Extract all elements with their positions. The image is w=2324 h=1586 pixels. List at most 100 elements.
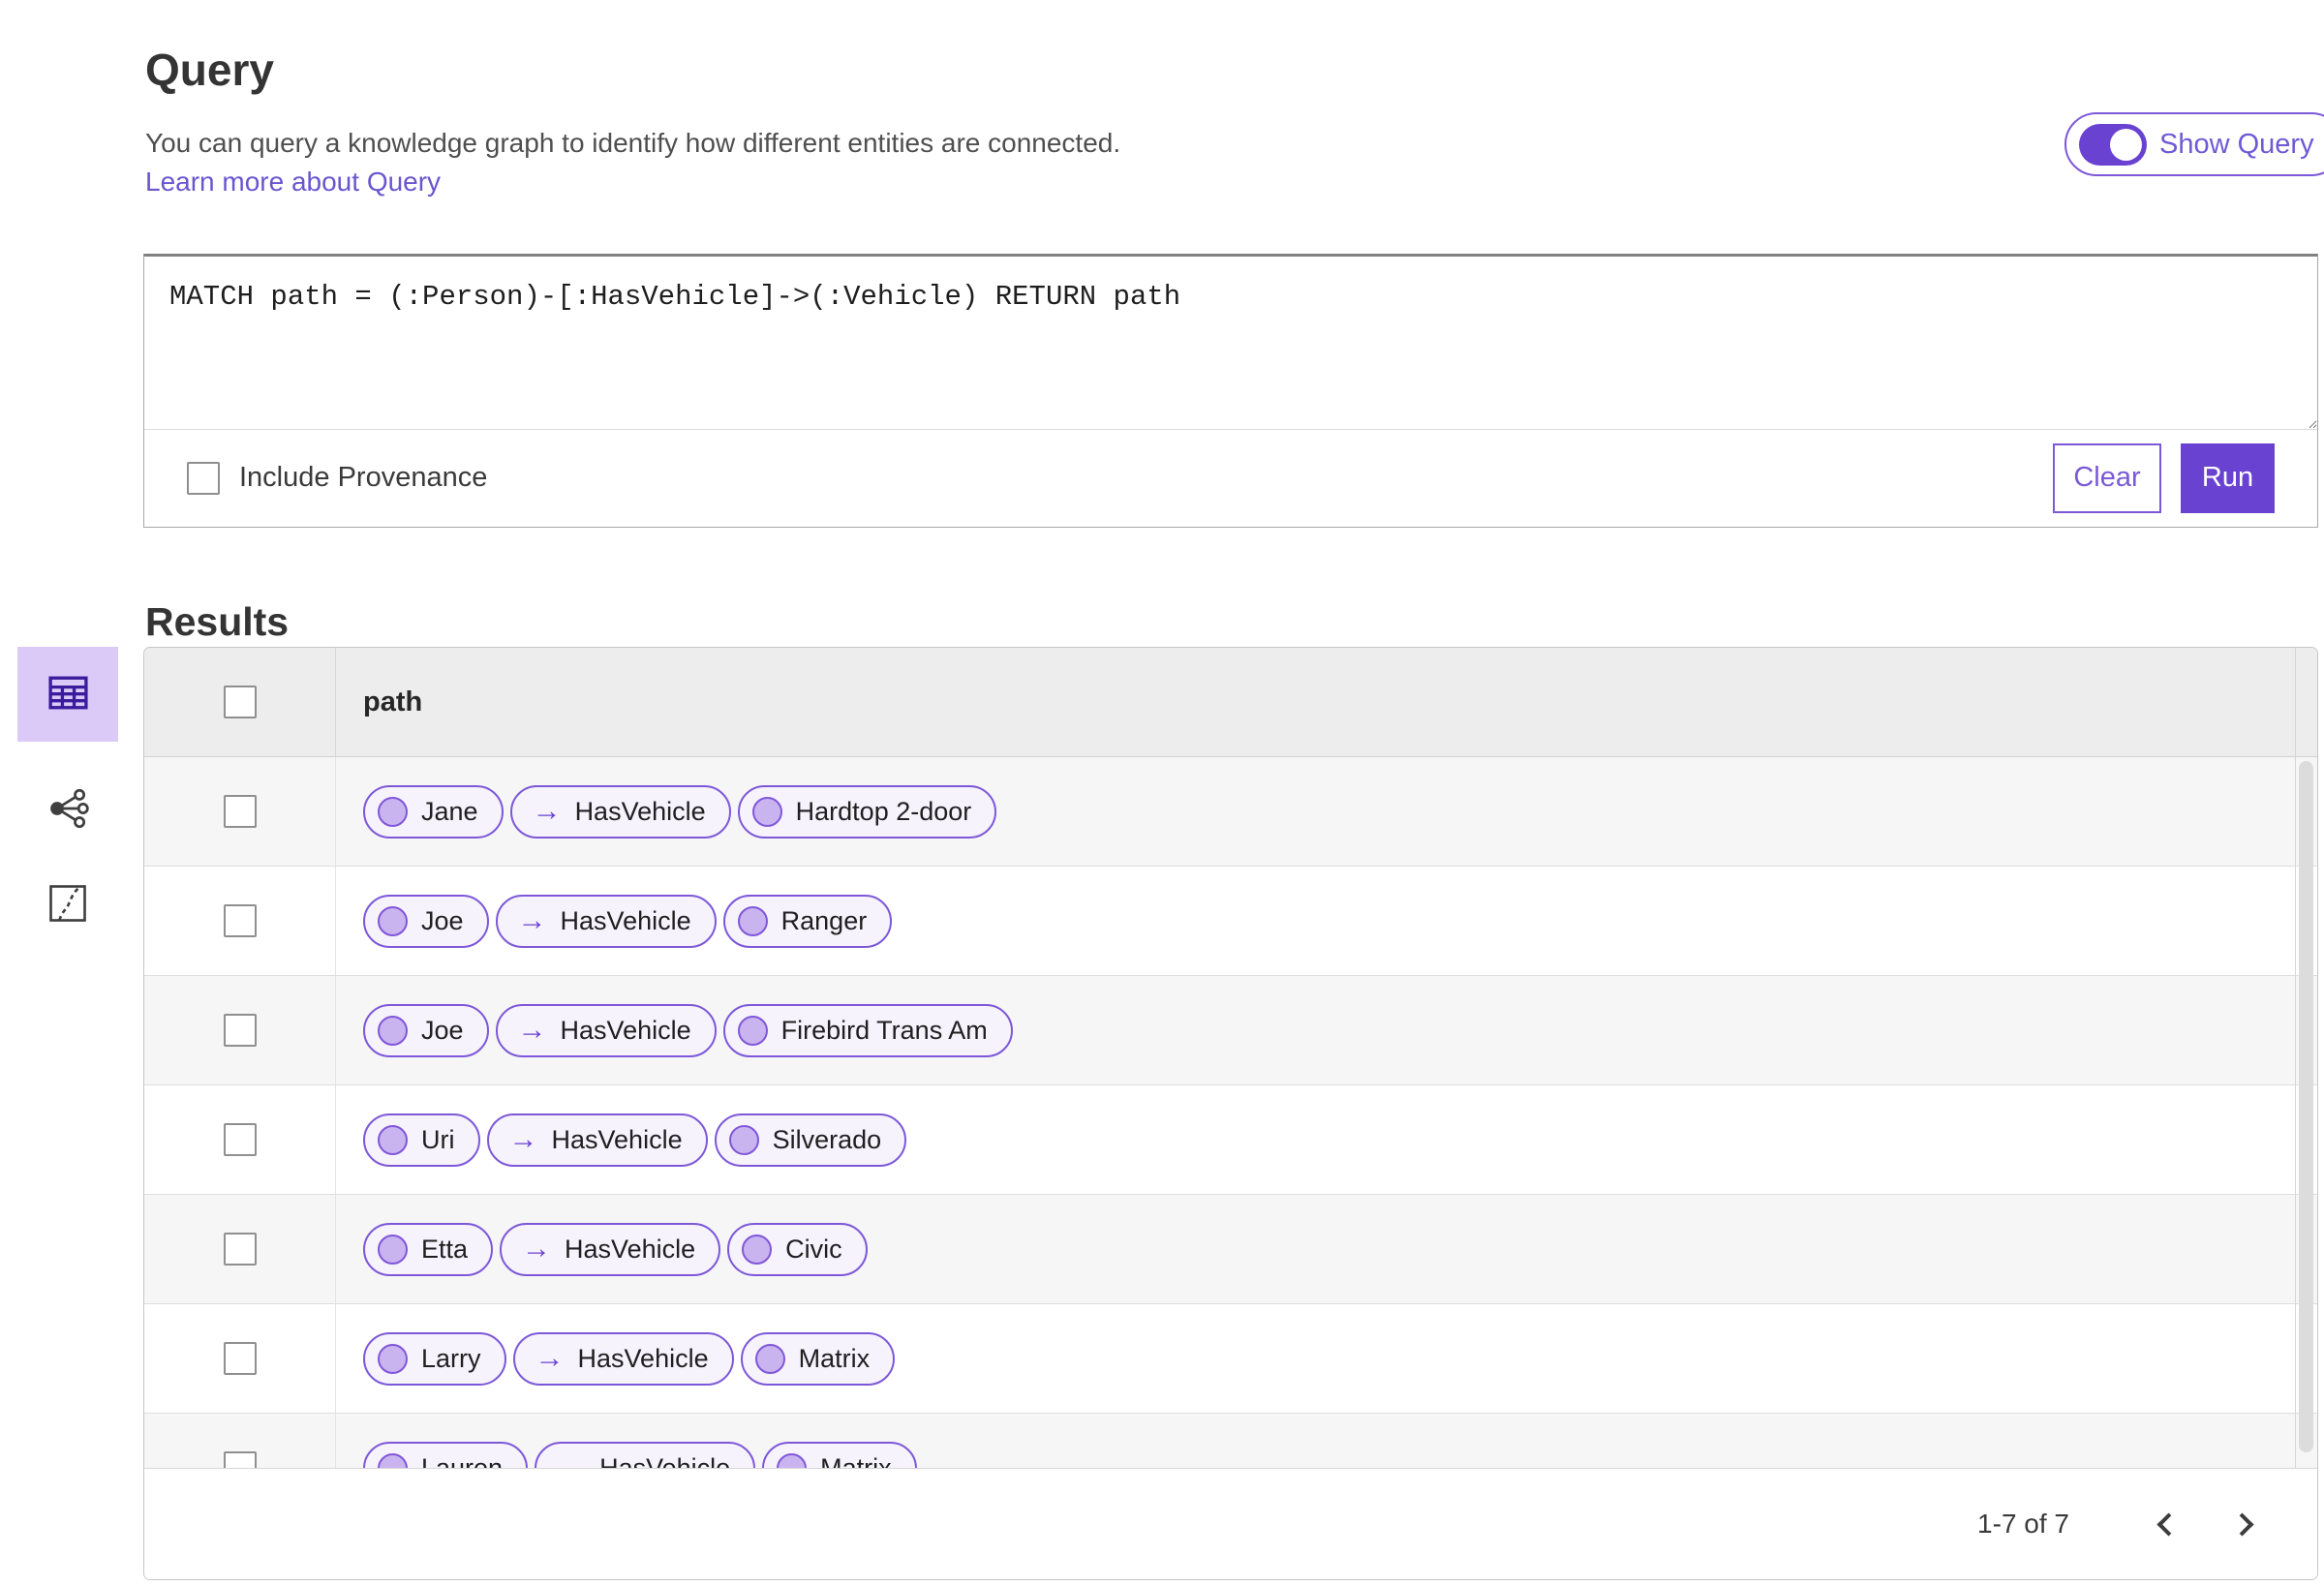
chevron-left-icon bbox=[2156, 1511, 2181, 1537]
learn-more-link[interactable]: Learn more about Query bbox=[145, 167, 441, 198]
show-query-toggle[interactable]: Show Query bbox=[2064, 112, 2324, 176]
include-provenance-label[interactable]: Include Provenance bbox=[239, 462, 487, 494]
clear-button[interactable]: Clear bbox=[2053, 442, 2161, 513]
arrow-right-icon: → bbox=[532, 795, 562, 827]
pill-label: HasVehicle bbox=[574, 796, 706, 826]
entity-pill[interactable]: Matrix bbox=[740, 1331, 896, 1386]
path-cell: Larry → HasVehicle Matrix bbox=[336, 1304, 2317, 1413]
pill-label: Etta bbox=[421, 1234, 469, 1264]
table-view-button[interactable] bbox=[17, 647, 118, 742]
relationship-pill[interactable]: → HasVehicle bbox=[486, 1113, 708, 1167]
table-row: Etta → HasVehicle Civic bbox=[144, 1195, 2317, 1304]
entity-node-icon bbox=[737, 1015, 768, 1046]
pagination-range-label: 1-7 of 7 bbox=[1977, 1509, 2069, 1539]
vertical-scrollbar-track[interactable] bbox=[2295, 648, 2317, 1468]
arrow-right-icon: → bbox=[535, 1342, 565, 1374]
row-select-cell bbox=[144, 1195, 336, 1303]
row-checkbox[interactable] bbox=[223, 1123, 257, 1156]
row-select-cell bbox=[144, 757, 336, 866]
table-row: Uri → HasVehicle Silverado bbox=[144, 1085, 2317, 1195]
entity-pill[interactable]: Larry bbox=[363, 1331, 506, 1386]
pill-label: Ranger bbox=[780, 905, 868, 935]
entity-pill[interactable]: Ranger bbox=[722, 894, 893, 948]
pill-label: Matrix bbox=[798, 1343, 871, 1373]
path-cell: Uri → HasVehicle Silverado bbox=[336, 1085, 2317, 1194]
pill-label: HasVehicle bbox=[577, 1343, 709, 1373]
results-title: Results bbox=[145, 599, 290, 645]
query-description: You can query a knowledge graph to ident… bbox=[145, 128, 1121, 158]
link-chart-icon bbox=[46, 787, 89, 833]
entity-pill[interactable]: Firebird Trans Am bbox=[722, 1003, 1013, 1057]
pill-label: HasVehicle bbox=[551, 1124, 683, 1154]
pill-label: Silverado bbox=[772, 1124, 882, 1154]
include-provenance-checkbox[interactable] bbox=[187, 461, 220, 495]
entity-pill[interactable]: Silverado bbox=[714, 1113, 907, 1167]
entity-node-icon bbox=[378, 1234, 408, 1265]
select-all-checkbox[interactable] bbox=[223, 686, 257, 718]
show-query-label: Show Query bbox=[2159, 128, 2314, 160]
results-table: path Jane → HasVehicle Hardtop 2-door Joe → H… bbox=[143, 647, 2318, 1580]
pill-label: HasVehicle bbox=[565, 1234, 696, 1264]
entity-node-icon bbox=[742, 1234, 773, 1265]
pill-label: Joe bbox=[421, 1015, 464, 1045]
relationship-pill[interactable]: → HasVehicle bbox=[495, 894, 717, 948]
relationship-pill[interactable]: → HasVehicle bbox=[509, 784, 731, 839]
query-input[interactable]: MATCH path = (:Person)-[:HasVehicle]->(:… bbox=[144, 257, 2317, 429]
run-button[interactable]: Run bbox=[2181, 442, 2275, 513]
pill-label: Joe bbox=[421, 905, 464, 935]
row-select-cell bbox=[144, 976, 336, 1084]
entity-pill[interactable]: Uri bbox=[363, 1113, 480, 1167]
table-row: Jane → HasVehicle Hardtop 2-door bbox=[144, 757, 2317, 867]
link-chart-view-button[interactable] bbox=[17, 782, 118, 837]
entity-node-icon bbox=[728, 1124, 759, 1155]
path-column-header: path bbox=[336, 648, 2317, 756]
entity-node-icon bbox=[378, 796, 408, 827]
path-cell: Jane → HasVehicle Hardtop 2-door bbox=[336, 757, 2317, 866]
pill-label: Firebird Trans Am bbox=[780, 1015, 988, 1045]
query-panel-footer: Include Provenance Clear Run bbox=[144, 429, 2317, 526]
arrow-right-icon: → bbox=[522, 1233, 552, 1265]
row-select-cell bbox=[144, 867, 336, 975]
entity-pill[interactable]: Hardtop 2-door bbox=[737, 784, 997, 839]
row-checkbox[interactable] bbox=[223, 1342, 257, 1375]
map-view-button[interactable] bbox=[17, 877, 118, 931]
toggle-knob bbox=[2110, 128, 2142, 161]
path-column-title: path bbox=[363, 686, 423, 717]
relationship-pill[interactable]: → HasVehicle bbox=[512, 1331, 734, 1386]
arrow-right-icon: → bbox=[508, 1123, 538, 1155]
entity-node-icon bbox=[378, 1343, 408, 1374]
row-select-cell bbox=[144, 1085, 336, 1194]
arrow-right-icon: → bbox=[517, 904, 547, 936]
entity-pill[interactable]: Joe bbox=[363, 1003, 489, 1057]
entity-node-icon bbox=[378, 905, 408, 936]
entity-node-icon bbox=[378, 1124, 408, 1155]
relationship-pill[interactable]: → HasVehicle bbox=[495, 1003, 717, 1057]
relationship-pill[interactable]: → HasVehicle bbox=[500, 1222, 721, 1276]
entity-pill[interactable]: Joe bbox=[363, 894, 489, 948]
pill-label: Hardtop 2-door bbox=[795, 796, 972, 826]
pill-label: Uri bbox=[421, 1124, 455, 1154]
entity-pill[interactable]: Jane bbox=[363, 784, 504, 839]
query-panel: MATCH path = (:Person)-[:HasVehicle]->(:… bbox=[143, 254, 2318, 528]
path-cell: Etta → HasVehicle Civic bbox=[336, 1195, 2317, 1303]
path-cell: Joe → HasVehicle Ranger bbox=[336, 867, 2317, 975]
next-page-button[interactable] bbox=[2218, 1497, 2273, 1551]
previous-page-button[interactable] bbox=[2137, 1497, 2191, 1551]
entity-node-icon bbox=[378, 1015, 408, 1046]
vertical-scrollbar-thumb[interactable] bbox=[2299, 761, 2313, 1452]
pill-label: Jane bbox=[421, 796, 478, 826]
row-select-cell bbox=[144, 1304, 336, 1413]
toggle-switch-on[interactable] bbox=[2079, 123, 2147, 166]
entity-pill[interactable]: Civic bbox=[727, 1222, 868, 1276]
pagination-bar: 1-7 of 7 bbox=[144, 1468, 2317, 1579]
table-row: Joe → HasVehicle Ranger bbox=[144, 867, 2317, 976]
row-checkbox[interactable] bbox=[223, 1014, 257, 1047]
entity-pill[interactable]: Etta bbox=[363, 1222, 494, 1276]
row-checkbox[interactable] bbox=[223, 795, 257, 828]
row-checkbox[interactable] bbox=[223, 1233, 257, 1266]
select-all-cell bbox=[144, 648, 336, 756]
entity-node-icon bbox=[751, 796, 782, 827]
table-row: Joe → HasVehicle Firebird Trans Am bbox=[144, 976, 2317, 1085]
arrow-right-icon: → bbox=[517, 1014, 547, 1046]
row-checkbox[interactable] bbox=[223, 904, 257, 937]
